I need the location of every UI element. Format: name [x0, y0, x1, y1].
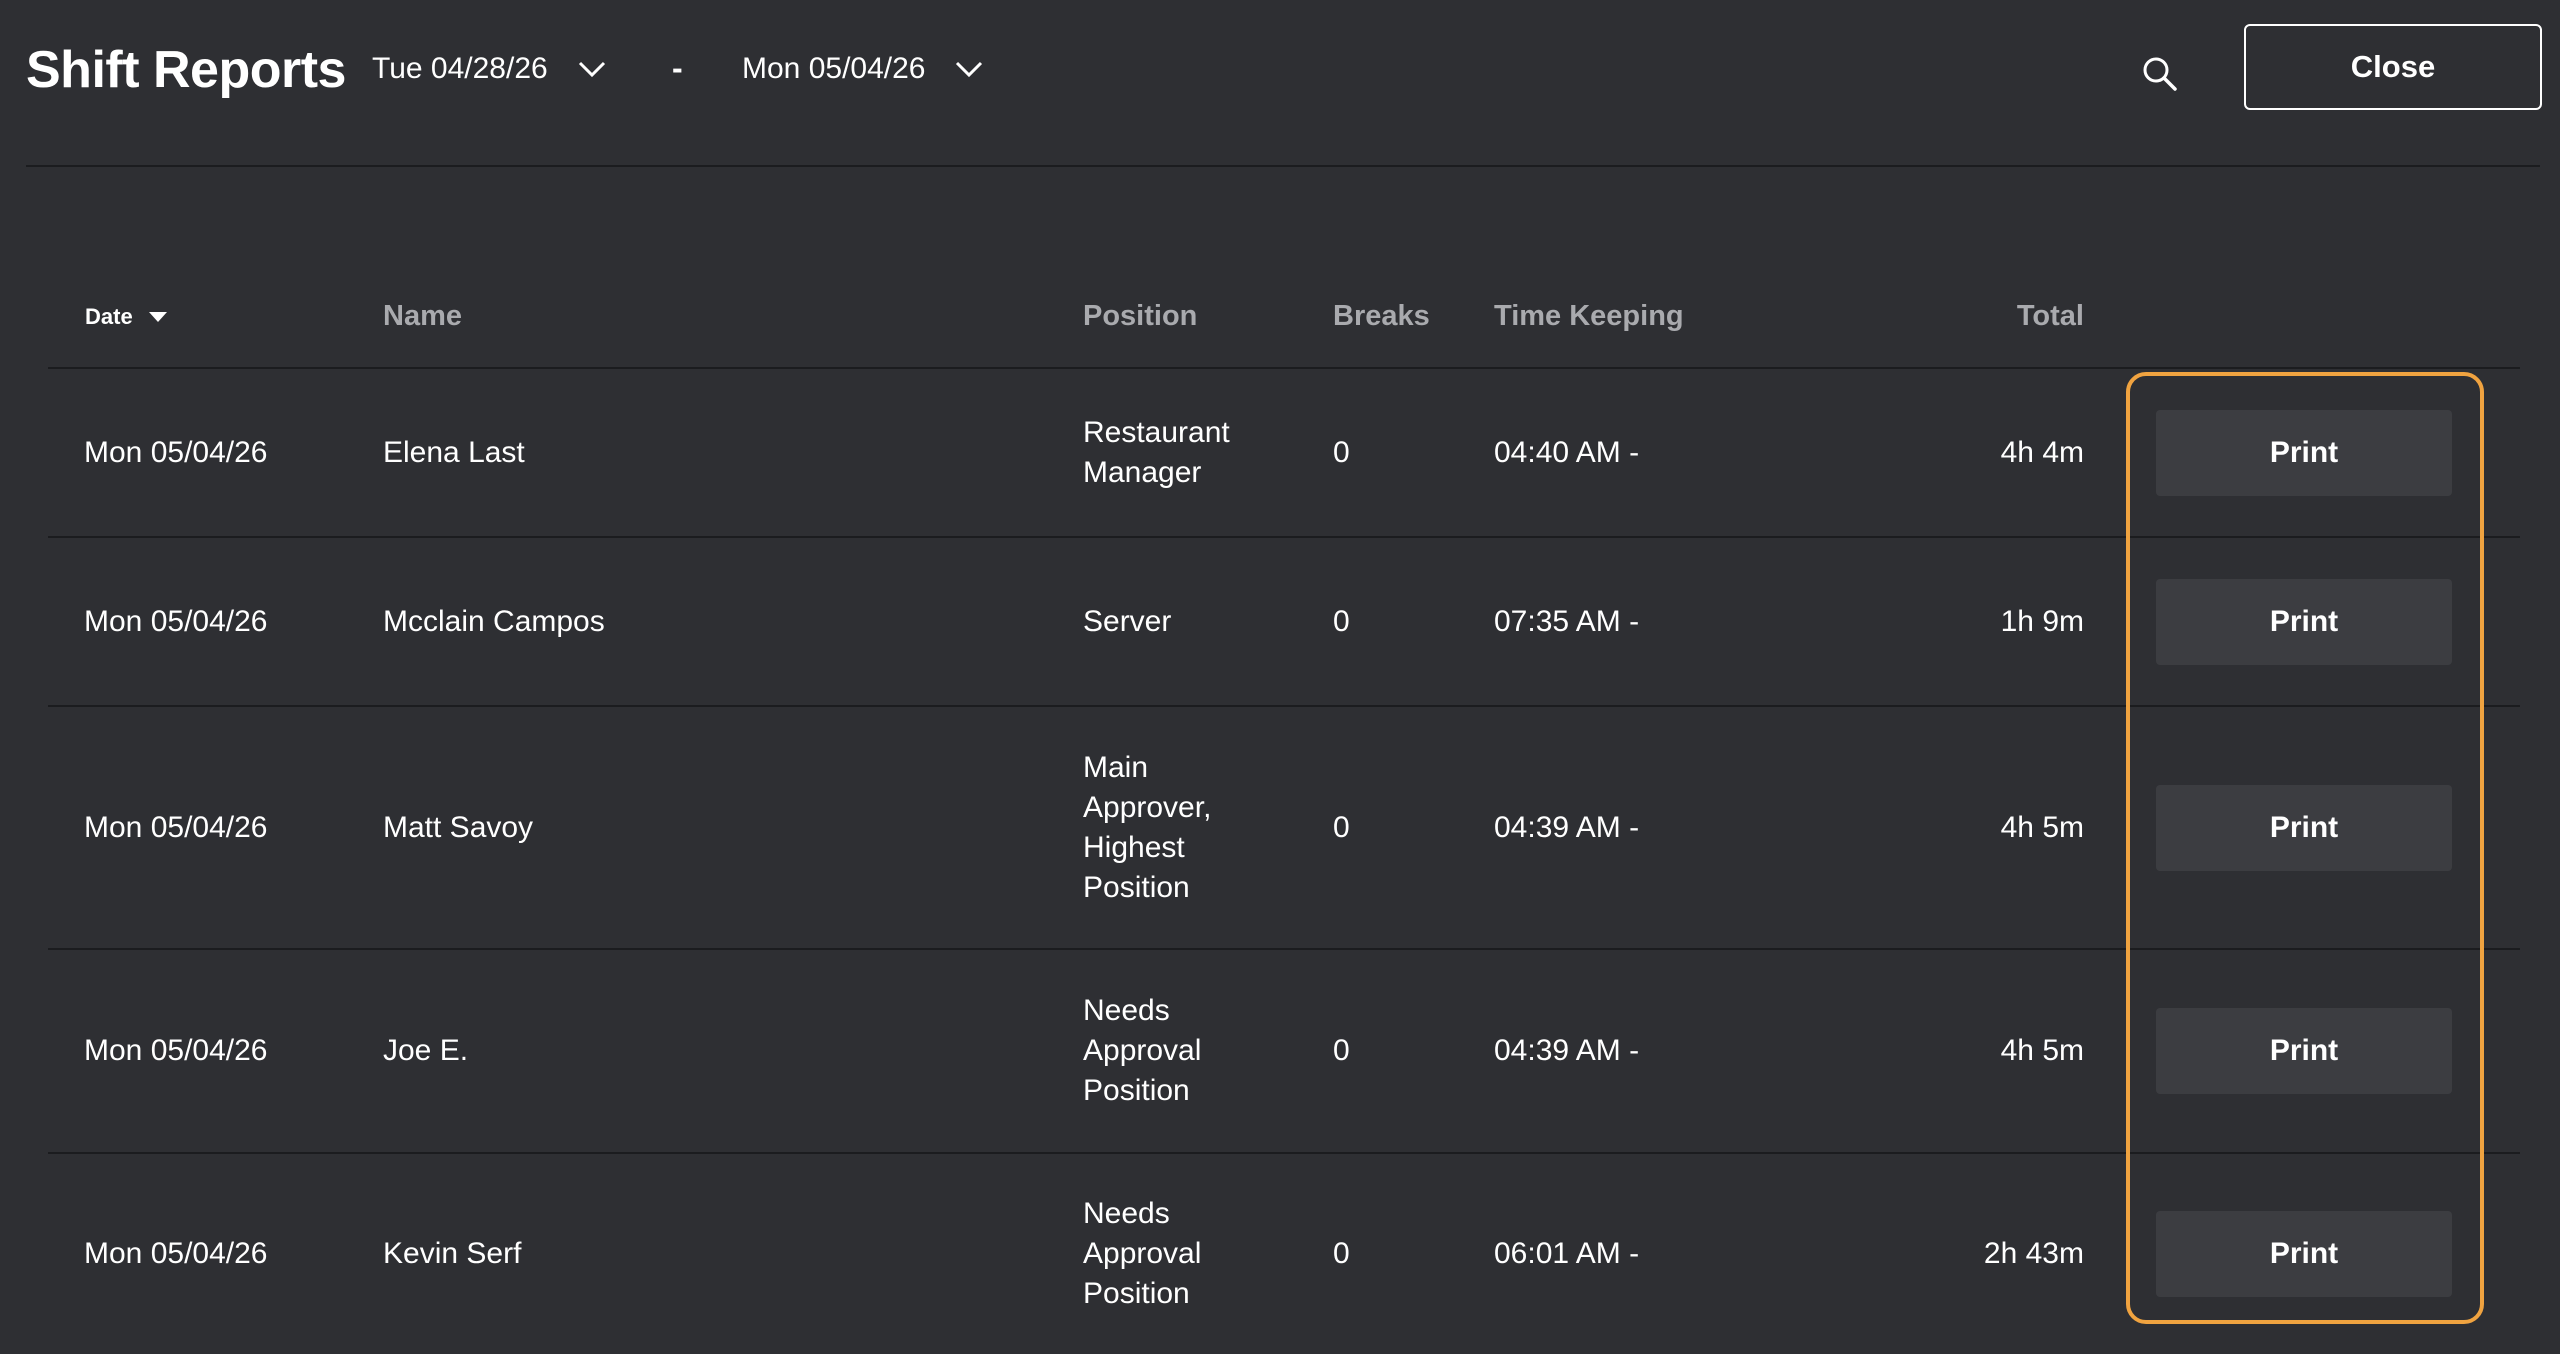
shift-reports-table: Date Name Position Breaks Time Keeping T…	[48, 270, 2520, 1354]
column-header-date-label: Date	[85, 304, 133, 329]
chevron-down-icon	[956, 61, 983, 78]
print-button[interactable]: Print	[2156, 1008, 2452, 1094]
row-position: Main Approver, Highest Position	[1083, 750, 1212, 904]
table-row: Mon 05/04/26 Joe E. Needs Approval Posit…	[48, 950, 2520, 1154]
chevron-down-icon	[578, 61, 605, 78]
row-total: 4h 5m	[2000, 810, 2084, 844]
date-range-separator: -	[672, 50, 683, 86]
row-name: Joe E.	[383, 1034, 469, 1067]
print-button[interactable]: Print	[2156, 409, 2452, 496]
table-row: Mon 05/04/26 Matt Savoy Main Approver, H…	[48, 707, 2520, 950]
page-title: Shift Reports	[26, 41, 346, 99]
row-time-keeping: 07:35 AM -	[1494, 604, 1640, 638]
start-date-dropdown[interactable]: Tue 04/28/26	[372, 52, 606, 86]
row-time-keeping: 06:01 AM -	[1494, 1237, 1640, 1270]
row-total: 4h 4m	[2000, 435, 2084, 469]
row-breaks: 0	[1333, 1237, 1350, 1270]
row-breaks: 0	[1333, 604, 1350, 638]
row-total: 2h 43m	[1983, 1237, 2084, 1270]
row-position: Restaurant Manager	[1083, 415, 1230, 489]
table-row: Mon 05/04/26 Elena Last Restaurant Manag…	[48, 369, 2520, 538]
print-button[interactable]: Print	[2156, 784, 2452, 871]
end-date-value: Mon 05/04/26	[742, 52, 926, 85]
sort-descending-icon	[148, 312, 167, 322]
row-position: Needs Approval Position	[1083, 994, 1202, 1107]
row-time-keeping: 04:39 AM -	[1494, 1034, 1640, 1067]
start-date-value: Tue 04/28/26	[372, 52, 548, 85]
column-header-position: Position	[1083, 300, 1198, 332]
table-row: Mon 05/04/26 Kevin Serf Needs Approval P…	[48, 1154, 2520, 1354]
row-name: Matt Savoy	[383, 810, 534, 844]
table-header: Date Name Position Breaks Time Keeping T…	[48, 270, 2520, 369]
column-header-date[interactable]: Date	[85, 304, 167, 330]
row-total: 1h 9m	[2000, 604, 2084, 638]
column-header-time-keeping: Time Keeping	[1494, 300, 1684, 332]
row-date: Mon 05/04/26	[84, 1237, 268, 1270]
print-button[interactable]: Print	[2156, 1211, 2452, 1297]
table-row: Mon 05/04/26 Mcclain Campos Server 0 07:…	[48, 538, 2520, 707]
search-icon[interactable]	[2140, 54, 2180, 94]
column-header-breaks: Breaks	[1333, 300, 1430, 332]
print-button[interactable]: Print	[2156, 578, 2452, 665]
row-name: Mcclain Campos	[383, 604, 605, 638]
page-header: Shift Reports Tue 04/28/26 - Mon 05/04/2…	[26, 0, 2542, 167]
row-time-keeping: 04:39 AM -	[1494, 810, 1640, 844]
row-date: Mon 05/04/26	[84, 1034, 268, 1067]
row-date: Mon 05/04/26	[84, 810, 268, 844]
column-header-name: Name	[383, 300, 462, 332]
column-header-total: Total	[2016, 300, 2084, 332]
end-date-dropdown[interactable]: Mon 05/04/26	[742, 52, 983, 86]
close-button[interactable]: Close	[2244, 24, 2542, 110]
row-time-keeping: 04:40 AM -	[1494, 435, 1640, 469]
row-total: 4h 5m	[2000, 1034, 2084, 1067]
row-name: Elena Last	[383, 435, 525, 469]
row-name: Kevin Serf	[383, 1237, 522, 1270]
row-date: Mon 05/04/26	[84, 604, 268, 638]
row-breaks: 0	[1333, 1034, 1350, 1067]
row-position: Server	[1083, 604, 1172, 638]
row-breaks: 0	[1333, 435, 1350, 469]
row-breaks: 0	[1333, 810, 1350, 844]
row-position: Needs Approval Position	[1083, 1197, 1202, 1310]
row-date: Mon 05/04/26	[84, 435, 268, 469]
